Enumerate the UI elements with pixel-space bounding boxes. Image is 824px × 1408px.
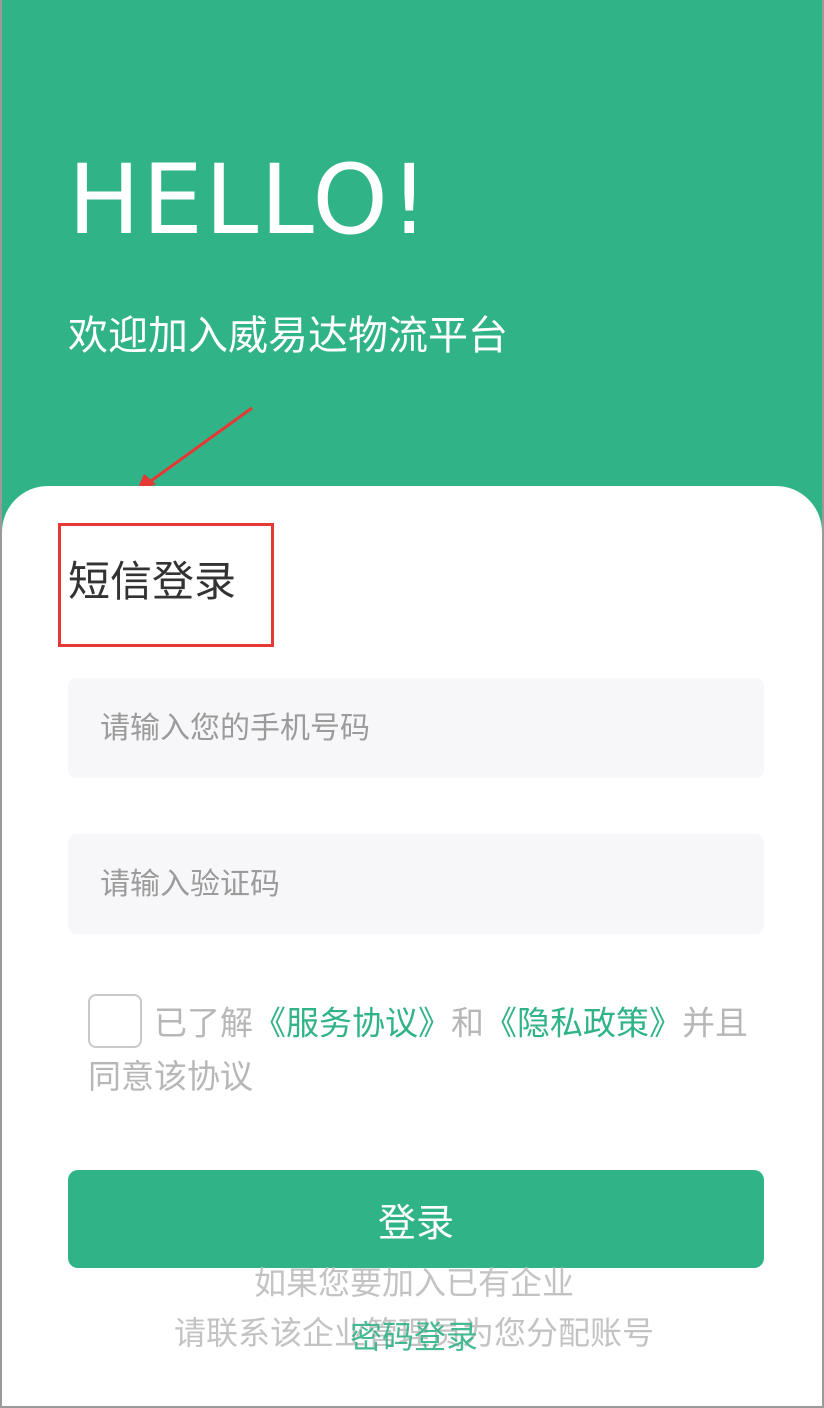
verification-code-input[interactable] <box>68 834 764 934</box>
annotation-highlight-box <box>58 523 274 647</box>
app-screen: HELLO! 欢迎加入威易达物流平台 短信登录 已了解《服务协议》和《隐私政策》… <box>0 0 824 1408</box>
info-line-join-company: 如果您要加入已有企业 <box>253 1264 574 1302</box>
hello-heading: HELLO! <box>68 144 431 256</box>
phone-input[interactable] <box>68 678 764 778</box>
agreement-and: 和 <box>451 1003 484 1043</box>
agreement-text: 已了解《服务协议》和《隐私政策》并且同意该协议 <box>88 994 748 1102</box>
welcome-text: 欢迎加入威易达物流平台 <box>68 313 508 359</box>
header-banner: HELLO! 欢迎加入威易达物流平台 <box>2 0 822 560</box>
annotation-arrow-icon <box>136 406 253 492</box>
login-button[interactable]: 登录 <box>68 1170 764 1268</box>
password-login-link[interactable]: 密码登录 <box>2 1312 822 1362</box>
service-agreement-link[interactable]: 《服务协议》 <box>253 1004 451 1043</box>
privacy-policy-link[interactable]: 《隐私政策》 <box>484 1004 682 1043</box>
agreement-checkbox[interactable] <box>88 994 142 1048</box>
agreement-prefix: 已了解 <box>154 1003 253 1043</box>
